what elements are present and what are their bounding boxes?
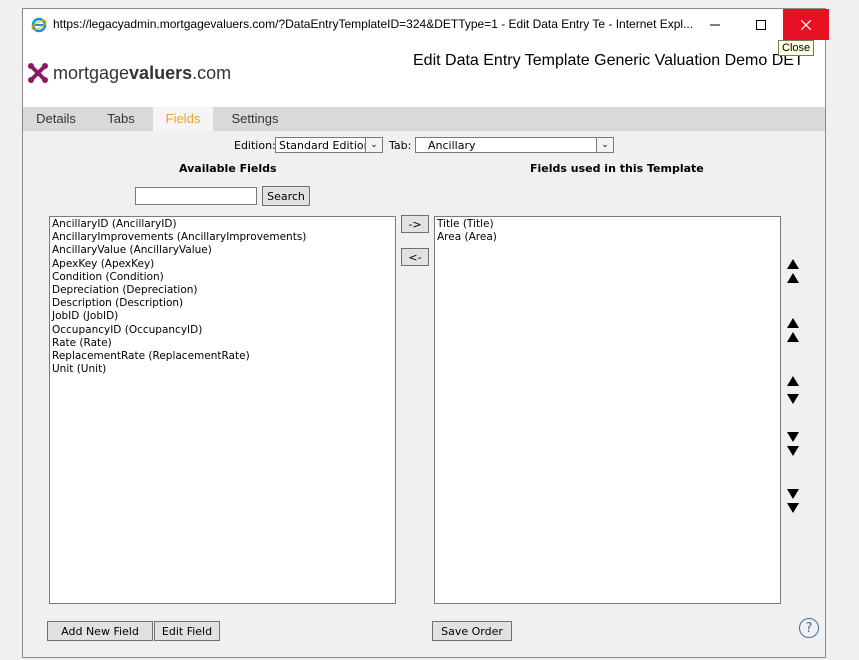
move-to-bottom-icon[interactable] <box>787 489 799 499</box>
available-fields-heading: Available Fields <box>179 162 277 175</box>
mortgagevaluers-logo-icon <box>28 63 48 83</box>
page-title: Edit Data Entry Template Generic Valuati… <box>413 52 804 69</box>
edit-field-button[interactable]: Edit Field <box>154 621 220 641</box>
close-tooltip: Close <box>778 40 815 56</box>
internet-explorer-icon <box>31 17 47 33</box>
used-fields-heading: Fields used in this Template <box>530 162 704 175</box>
tab-select[interactable]: Ancillary ⌄ <box>415 137 614 153</box>
list-item[interactable]: JobID (JobID) <box>52 310 393 323</box>
close-button[interactable] <box>783 9 829 40</box>
help-icon[interactable]: ? <box>799 618 819 638</box>
move-to-top-icon[interactable] <box>787 259 799 269</box>
tab-details[interactable]: Details <box>23 107 89 131</box>
list-item[interactable]: ReplacementRate (ReplacementRate) <box>52 350 393 363</box>
available-fields-list[interactable]: AncillaryID (AncillaryID) AncillaryImpro… <box>49 216 396 604</box>
edition-label: Edition: <box>234 139 276 152</box>
edition-select[interactable]: Standard Edition ⌄ <box>275 137 383 153</box>
move-up-fast-icon[interactable] <box>787 332 799 342</box>
move-to-top-icon[interactable] <box>787 273 799 283</box>
list-item[interactable]: Rate (Rate) <box>52 337 393 350</box>
list-item[interactable]: Area (Area) <box>437 231 778 244</box>
move-up-fast-icon[interactable] <box>787 318 799 328</box>
tab-filter-label: Tab: <box>389 139 412 152</box>
browser-window: https://legacyadmin.mortgagevaluers.com/… <box>22 8 829 658</box>
tab-fields[interactable]: Fields <box>153 107 213 131</box>
list-item[interactable]: Unit (Unit) <box>52 363 393 376</box>
list-item[interactable]: Description (Description) <box>52 297 393 310</box>
list-item[interactable]: OccupancyID (OccupancyID) <box>52 324 393 337</box>
fields-panel: Edition: Standard Edition ⌄ Tab: Ancilla… <box>23 131 825 657</box>
logo-text: mortgagevaluers.com <box>53 62 232 83</box>
close-icon <box>801 19 811 30</box>
template-fields-list[interactable]: Title (Title) Area (Area) <box>434 216 781 604</box>
edition-select-value: Standard Edition <box>279 139 371 152</box>
maximize-button[interactable] <box>738 9 784 40</box>
window-title: https://legacyadmin.mortgagevaluers.com/… <box>53 17 694 31</box>
list-item[interactable]: Depreciation (Depreciation) <box>52 284 393 297</box>
logo: mortgagevaluers.com <box>27 62 231 84</box>
search-button[interactable]: Search <box>262 186 310 206</box>
save-order-button[interactable]: Save Order <box>432 621 512 641</box>
tab-settings[interactable]: Settings <box>213 107 297 131</box>
list-item[interactable]: Condition (Condition) <box>52 271 393 284</box>
minimize-button[interactable] <box>692 9 738 40</box>
maximize-icon <box>756 19 766 30</box>
remove-from-template-button[interactable]: <- <box>401 248 429 266</box>
add-new-field-button[interactable]: Add New Field <box>47 621 153 641</box>
move-down-icon[interactable] <box>787 394 799 404</box>
move-down-fast-icon[interactable] <box>787 432 799 442</box>
search-input[interactable] <box>135 187 257 205</box>
list-item[interactable]: AncillaryValue (AncillaryValue) <box>52 244 393 257</box>
tab-select-value: Ancillary <box>428 139 476 152</box>
chevron-down-icon: ⌄ <box>365 138 382 152</box>
tab-bar: Details Tabs Fields Settings <box>23 107 825 131</box>
list-item[interactable]: AncillaryID (AncillaryID) <box>52 218 393 231</box>
chevron-down-icon: ⌄ <box>596 138 613 152</box>
move-up-icon[interactable] <box>787 376 799 386</box>
add-to-template-button[interactable]: -> <box>401 215 429 233</box>
page-header: mortgagevaluers.com Edit Data Entry Temp… <box>23 40 825 106</box>
move-to-bottom-icon[interactable] <box>787 503 799 513</box>
list-item[interactable]: AncillaryImprovements (AncillaryImprovem… <box>52 231 393 244</box>
minimize-icon <box>710 24 720 25</box>
move-down-fast-icon[interactable] <box>787 446 799 456</box>
title-bar: https://legacyadmin.mortgagevaluers.com/… <box>23 9 829 40</box>
list-item[interactable]: Title (Title) <box>437 218 778 231</box>
tab-tabs[interactable]: Tabs <box>89 107 153 131</box>
list-item[interactable]: ApexKey (ApexKey) <box>52 258 393 271</box>
